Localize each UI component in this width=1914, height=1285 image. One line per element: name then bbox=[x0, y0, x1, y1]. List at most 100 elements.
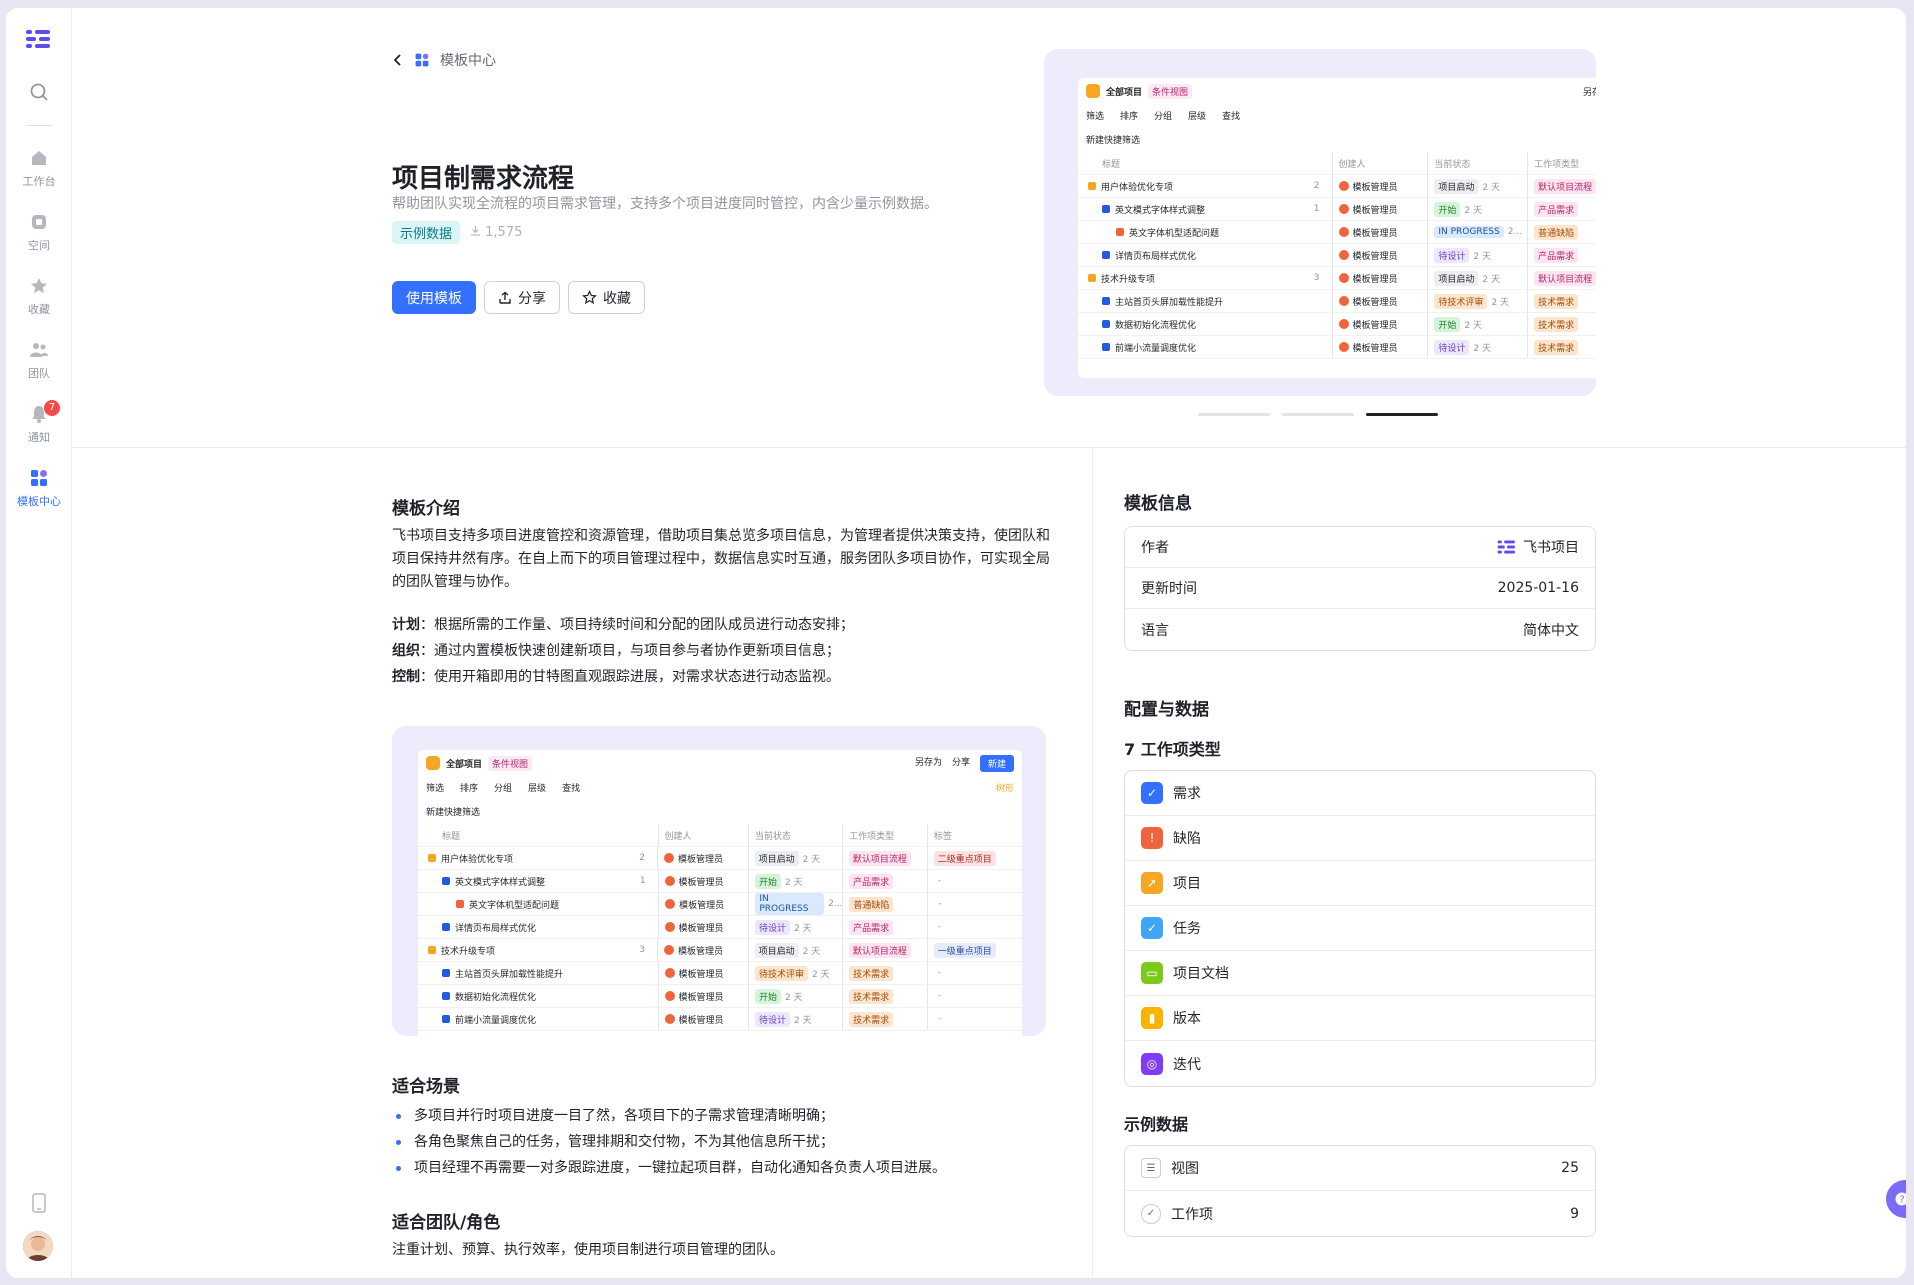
title-cell: 前端小流量调度优化 bbox=[418, 1008, 659, 1030]
share-button[interactable]: 分享 bbox=[484, 281, 560, 314]
label-cell: - bbox=[928, 893, 1022, 915]
table-title: 全部项目 bbox=[446, 759, 483, 770]
creator-avatar bbox=[664, 1014, 675, 1024]
info-row-author: 作者 飞书项目 bbox=[1125, 527, 1595, 568]
status-pill: 待设计 bbox=[1434, 247, 1470, 263]
avatar[interactable] bbox=[23, 1231, 53, 1261]
app-window: 工作台 空间 收藏 团队 通知 7 模板中心 模板中心 项目制需求流程 帮助团队… bbox=[6, 8, 1906, 1278]
save-as-button[interactable]: 另存为 bbox=[915, 755, 942, 772]
sidebar-item-label: 模板中心 bbox=[17, 495, 61, 508]
list-item: 多项目并行时项目进度一目了然，各项目下的子需求管理清晰明确； bbox=[392, 1103, 1052, 1129]
status-duration: 2 天 bbox=[1482, 274, 1500, 285]
sidebar-item-label: 空间 bbox=[28, 239, 50, 252]
item-type-icon bbox=[442, 877, 450, 885]
creator-cell: 模板管理员 bbox=[659, 893, 750, 915]
quick-filter: 新建快捷筛选 bbox=[1078, 126, 1596, 152]
column-header: 当前状态 bbox=[1428, 152, 1529, 174]
sidebar-item-team[interactable]: 团队 bbox=[6, 340, 72, 381]
favorite-button[interactable]: 收藏 bbox=[568, 281, 645, 314]
tool-item[interactable]: 分组 bbox=[494, 781, 512, 794]
tool-item[interactable]: 筛选 bbox=[426, 781, 444, 794]
scenes-heading: 适合场景 bbox=[392, 1077, 460, 1097]
creator-cell: 模板管理员 bbox=[1333, 267, 1429, 289]
sample-row-views: ☰ 视图 25 bbox=[1125, 1146, 1595, 1191]
work-item-type-row: ▭ 项目文档 bbox=[1125, 951, 1595, 996]
sidebar-item-notifications[interactable]: 通知 7 bbox=[6, 400, 72, 445]
project-icon bbox=[426, 756, 440, 770]
label-pill: - bbox=[937, 991, 942, 1001]
type-pill: 技术需求 bbox=[1534, 316, 1579, 332]
work-item-type-label: 缺陷 bbox=[1173, 831, 1201, 847]
creator-avatar bbox=[664, 945, 675, 955]
breadcrumb[interactable]: 模板中心 bbox=[392, 50, 496, 70]
status-duration: 2... bbox=[1507, 227, 1523, 237]
type-cell: 默认项目流程 bbox=[843, 939, 928, 961]
save-as-button[interactable]: 另存为 bbox=[1583, 85, 1596, 98]
point-text: 通过内置模板快速创建新项目，与项目参与者协作更新项目信息； bbox=[434, 643, 840, 659]
sidebar-item-template-center[interactable]: 模板中心 bbox=[6, 468, 72, 509]
label-cell: - bbox=[928, 916, 1022, 938]
label-pill: - bbox=[937, 876, 942, 886]
tool-item[interactable]: 查找 bbox=[562, 781, 580, 794]
template-icon bbox=[415, 53, 429, 67]
use-template-button[interactable]: 使用模板 bbox=[392, 281, 476, 314]
carousel-dot[interactable] bbox=[1282, 413, 1354, 416]
language-value: 简体中文 bbox=[1523, 622, 1579, 639]
table-header-row: 标题 创建人 当前状态 工作项类型 标签 bbox=[418, 824, 1022, 847]
creator-avatar bbox=[1338, 296, 1349, 306]
work-item-type-row: ➚ 项目 bbox=[1125, 861, 1595, 906]
breadcrumb-label: 模板中心 bbox=[440, 53, 496, 69]
mobile-icon[interactable] bbox=[31, 1193, 47, 1213]
sample-data-heading: 示例数据 bbox=[1124, 1115, 1189, 1134]
row-title: 前端小流量调度优化 bbox=[455, 1015, 537, 1026]
share-button[interactable]: 分享 bbox=[952, 755, 970, 772]
tool-item[interactable]: 查找 bbox=[1222, 109, 1240, 122]
table-row: 详情页布局样式优化 模板管理员 待设计 2 天产品需求 bbox=[1078, 244, 1596, 267]
new-button[interactable]: 新建 bbox=[979, 754, 1014, 772]
svg-text:?: ? bbox=[1899, 1195, 1904, 1206]
creator-name: 模板管理员 bbox=[1352, 274, 1398, 285]
row-title: 英文字体机型适配问题 bbox=[1129, 228, 1220, 239]
creator-name: 模板管理员 bbox=[678, 854, 724, 865]
help-button[interactable]: ? 帮助 bbox=[1886, 1180, 1906, 1218]
template-preview-carousel[interactable]: 全部项目条件视图 另存为筛选 排序 分组 层级 查找新建快捷筛选标题创建人当前状态工作项类… bbox=[1044, 49, 1596, 396]
sidebar-item-space[interactable]: 空间 bbox=[6, 212, 72, 253]
tree-mode-select[interactable]: 树形 bbox=[996, 781, 1014, 794]
feishu-project-logo-icon bbox=[1497, 540, 1515, 554]
sidebar-item-favorites[interactable]: 收藏 bbox=[6, 276, 72, 317]
carousel-dot-active[interactable] bbox=[1366, 413, 1438, 416]
sidebar: 工作台 空间 收藏 团队 通知 7 模板中心 bbox=[6, 8, 72, 1278]
creator-name: 模板管理员 bbox=[678, 923, 724, 934]
creator-avatar bbox=[1338, 319, 1349, 329]
page-title: 项目制需求流程 bbox=[392, 164, 575, 194]
tool-item[interactable]: 筛选 bbox=[1086, 109, 1104, 122]
info-row-language: 语言 简体中文 bbox=[1125, 609, 1595, 650]
app-logo-icon[interactable] bbox=[26, 28, 52, 50]
info-label: 更新时间 bbox=[1141, 581, 1197, 597]
tool-item[interactable]: 排序 bbox=[1120, 109, 1138, 122]
tool-item[interactable]: 层级 bbox=[528, 781, 546, 794]
title-cell: 技术升级专项 3 bbox=[418, 939, 659, 961]
point-key: 组织 bbox=[392, 643, 420, 659]
quick-filter-label[interactable]: 新建快捷筛选 bbox=[1086, 133, 1140, 146]
filter-toolbar: 筛选 排序 分组 层级 查找 树形 bbox=[418, 776, 1022, 798]
tool-item[interactable]: 层级 bbox=[1188, 109, 1206, 122]
type-cell: 普通缺陷 bbox=[1528, 221, 1596, 243]
work-item-type-icon: ! bbox=[1141, 827, 1163, 849]
search-icon[interactable] bbox=[6, 82, 72, 107]
tool-item[interactable]: 分组 bbox=[1154, 109, 1172, 122]
teams-body: 注重计划、预算、执行效率，使用项目制进行项目管理的团队。 bbox=[392, 1242, 784, 1258]
check-icon: ✓ bbox=[1141, 1203, 1161, 1224]
tool-item[interactable]: 排序 bbox=[460, 781, 478, 794]
status-pill: 开始 bbox=[754, 873, 781, 889]
project-icon bbox=[1086, 84, 1100, 98]
work-item-type-icon: ▮ bbox=[1141, 1007, 1163, 1029]
toolbar-right: 另存为 分享 新建 bbox=[915, 754, 1014, 772]
label-cell: 一级重点项目 bbox=[928, 939, 1022, 961]
download-count-value: 1,575 bbox=[485, 225, 523, 240]
carousel-dot[interactable] bbox=[1198, 413, 1270, 416]
quick-filter-label[interactable]: 新建快捷筛选 bbox=[426, 805, 480, 818]
sidebar-item-workbench[interactable]: 工作台 bbox=[6, 148, 72, 189]
child-count: 3 bbox=[639, 945, 646, 955]
intro-point: 计划：根据所需的工作量、项目持续时间和分配的团队成员进行动态安排； bbox=[392, 617, 854, 633]
